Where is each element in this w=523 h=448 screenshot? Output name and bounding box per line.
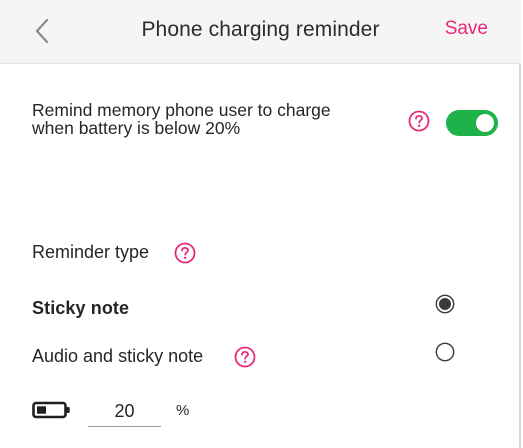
battery-threshold-unit: % <box>176 402 190 419</box>
option-audio-sticky-note-radio[interactable] <box>435 342 455 362</box>
save-button[interactable]: Save <box>445 18 488 40</box>
battery-icon <box>32 401 70 419</box>
radio-selected-icon <box>435 294 455 314</box>
charge-reminder-description-line2: when battery is below 20% <box>32 118 241 138</box>
option-audio-sticky-note-label[interactable]: Audio and sticky note <box>32 346 203 367</box>
charge-reminder-description-line1: Remind memory phone user to charge <box>32 100 331 120</box>
reminder-type-label: Reminder type <box>32 242 150 262</box>
reminder-type-help-button[interactable] <box>174 242 196 264</box>
battery-icon <box>32 400 72 420</box>
radio-unselected-icon <box>435 342 455 362</box>
question-circle-icon <box>174 242 196 264</box>
option-sticky-note-radio[interactable] <box>435 294 455 314</box>
audio-option-help-button[interactable] <box>234 346 256 368</box>
header-bar: Phone charging reminder Save <box>0 0 521 64</box>
toggle-knob <box>476 114 494 132</box>
question-circle-icon <box>408 110 430 132</box>
option-sticky-note-label[interactable]: Sticky note <box>32 298 129 319</box>
app-window: Phone charging reminder Save Remind memo… <box>0 0 521 448</box>
battery-threshold-input[interactable] <box>88 397 161 427</box>
question-circle-icon <box>234 346 256 368</box>
charge-reminder-description: Remind memory phone user to charge when … <box>32 101 382 137</box>
reminder-help-button[interactable] <box>408 110 430 132</box>
page-title: Phone charging reminder <box>141 18 380 41</box>
charge-reminder-toggle[interactable] <box>446 110 498 136</box>
